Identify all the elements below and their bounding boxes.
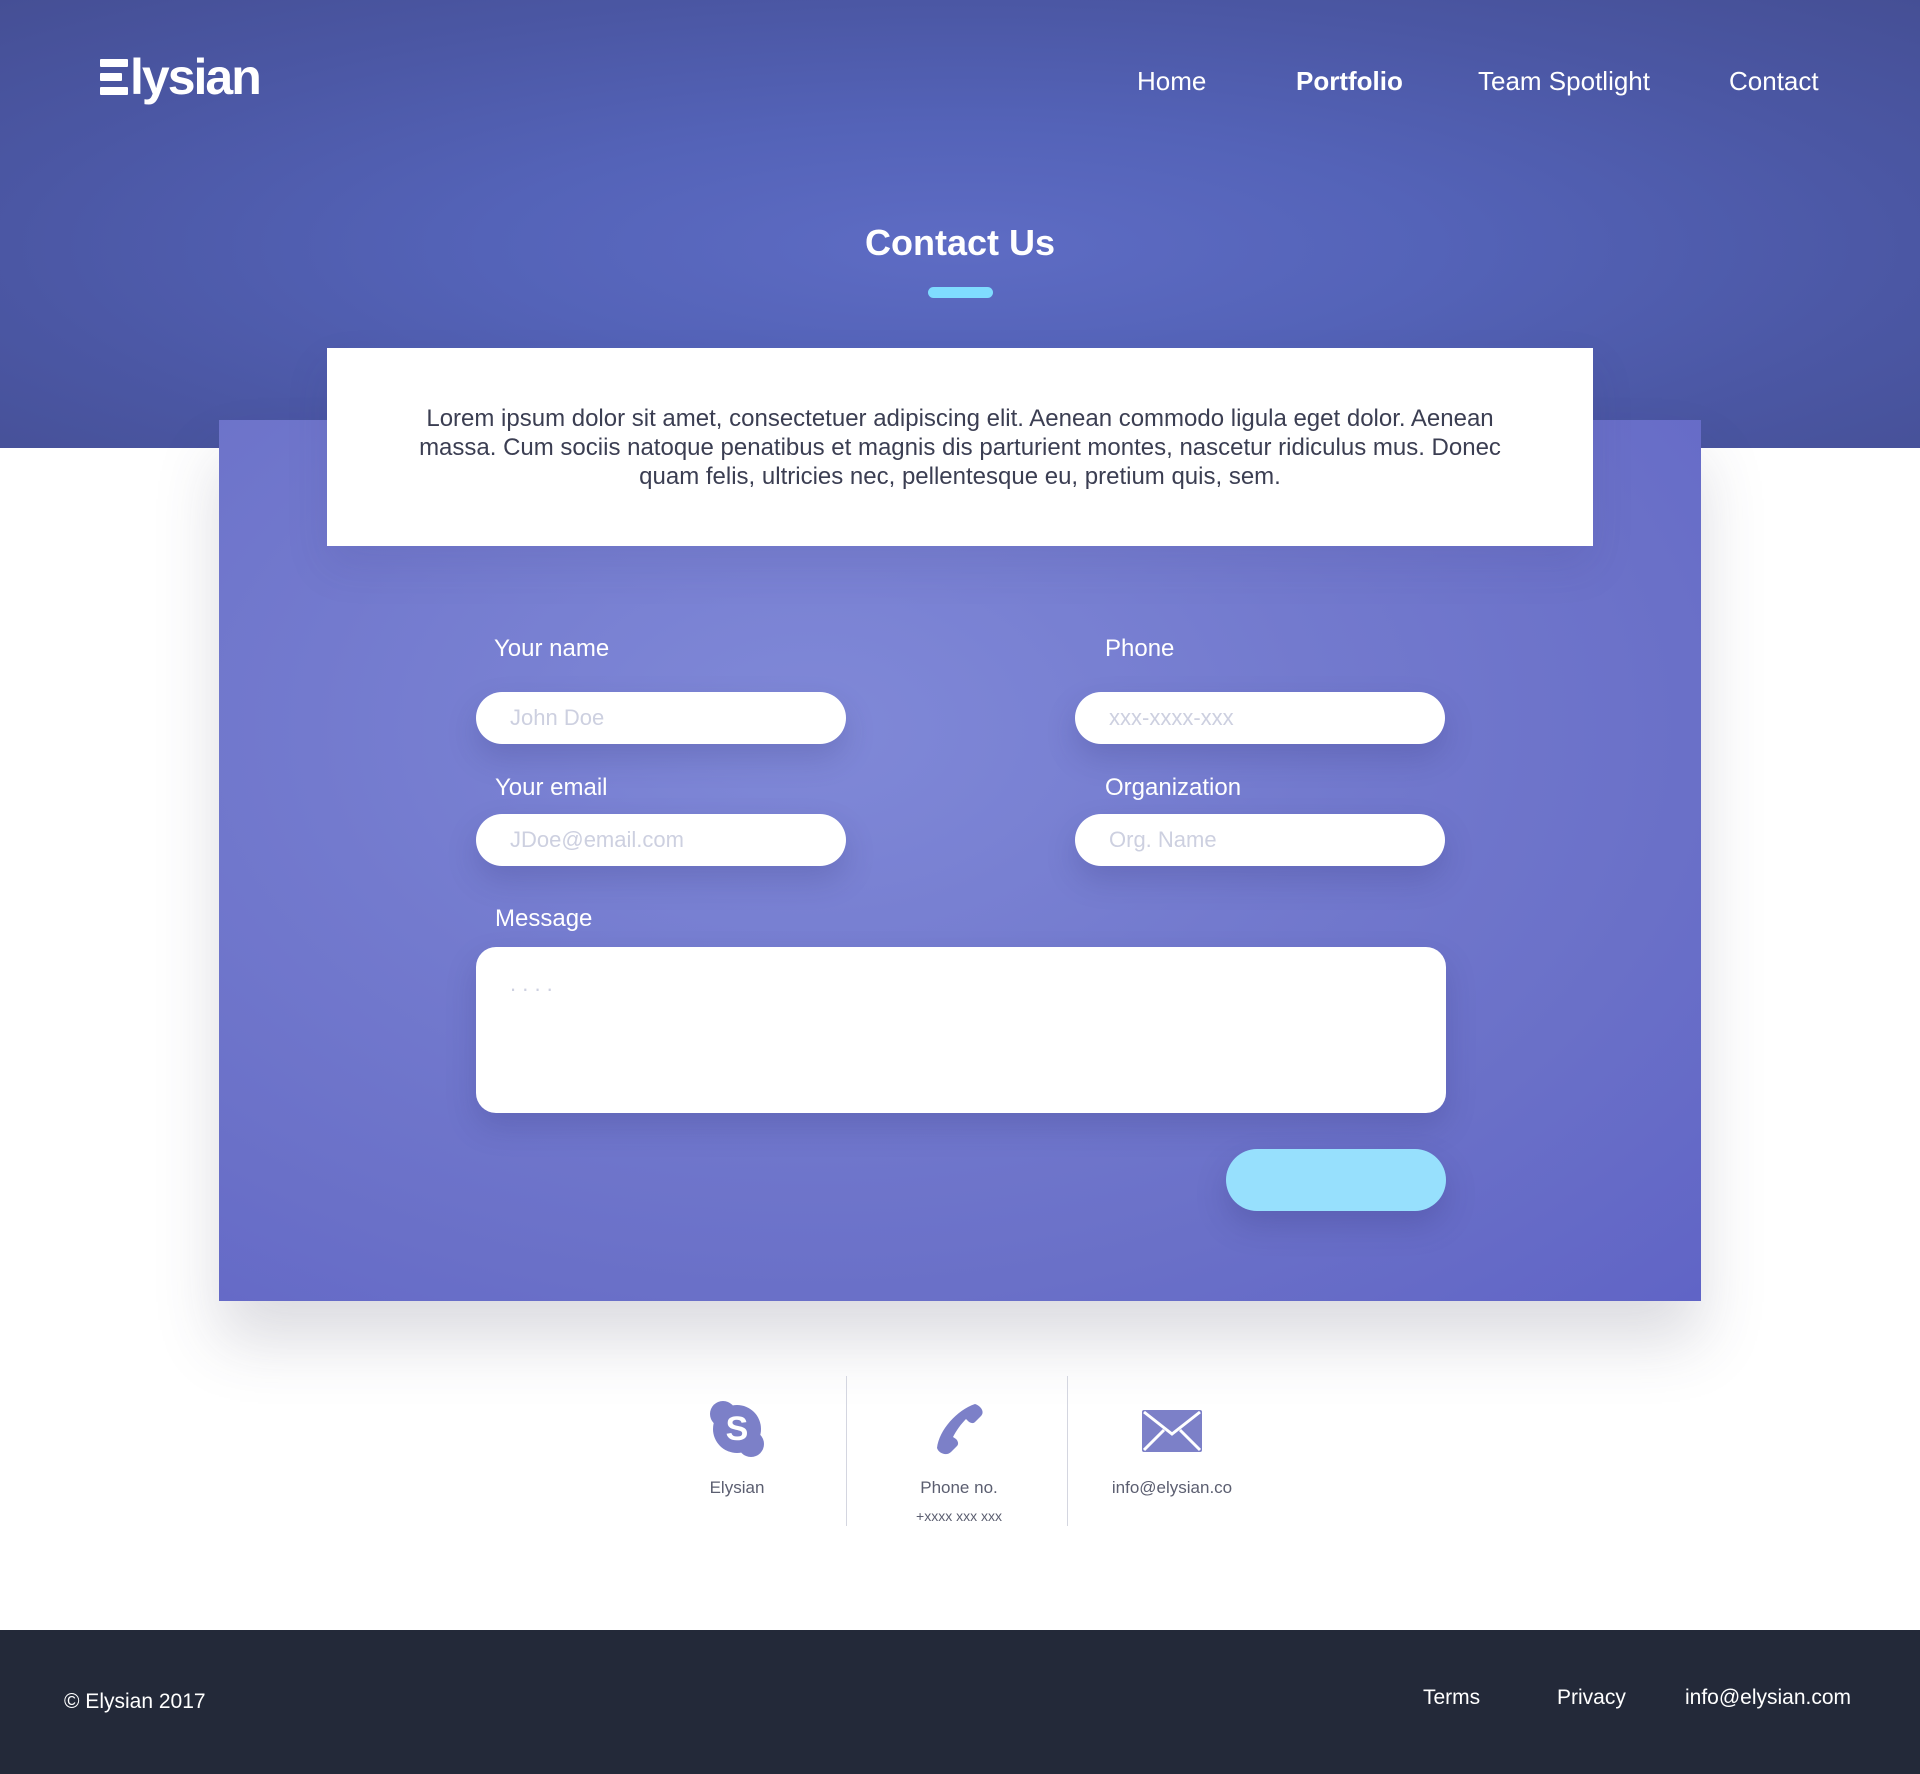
footer-link-email[interactable]: info@elysian.com: [1685, 1686, 1851, 1710]
contact-email-label: info@elysian.co: [1111, 1478, 1233, 1497]
message-label: Message: [495, 905, 593, 932]
phone-input[interactable]: [1075, 692, 1445, 744]
contact-skype[interactable]: S Elysian: [672, 1400, 802, 1498]
organization-label: Organization: [1105, 774, 1242, 801]
contact-phone[interactable]: Phone no. +xxxx xxx xxx: [884, 1400, 1034, 1524]
footer-link-privacy[interactable]: Privacy: [1557, 1686, 1626, 1710]
nav-contact[interactable]: Contact: [1729, 66, 1819, 97]
skype-icon: S: [710, 1401, 764, 1457]
organization-input[interactable]: [1075, 814, 1445, 866]
name-input[interactable]: [476, 692, 846, 744]
submit-button[interactable]: [1226, 1149, 1446, 1211]
contact-email[interactable]: info@elysian.co: [1096, 1400, 1248, 1498]
intro-card: Lorem ipsum dolor sit amet, consectetuer…: [327, 348, 1593, 546]
intro-text: Lorem ipsum dolor sit amet, consectetuer…: [419, 404, 1501, 490]
contact-divider: [1067, 1376, 1068, 1526]
page-title: Contact Us: [864, 222, 1056, 263]
email-label: Your email: [495, 774, 608, 801]
nav-portfolio[interactable]: Portfolio: [1296, 66, 1403, 97]
name-label: Your name: [494, 635, 610, 662]
form-panel: [219, 420, 1701, 1301]
main-nav: Home Portfolio Team Spotlight Contact: [0, 66, 1920, 106]
footer: © Elysian 2017 Terms Privacy info@elysia…: [0, 1630, 1920, 1774]
message-textarea[interactable]: [476, 947, 1446, 1113]
contact-phone-number: +xxxx xxx xxx: [916, 1508, 1002, 1524]
footer-link-terms[interactable]: Terms: [1423, 1686, 1480, 1710]
nav-home[interactable]: Home: [1137, 66, 1206, 97]
contact-phone-label: Phone no.: [920, 1478, 998, 1497]
footer-copyright: © Elysian 2017: [64, 1690, 206, 1713]
mail-icon: [1142, 1410, 1202, 1452]
nav-team-spotlight[interactable]: Team Spotlight: [1478, 66, 1650, 97]
svg-text:S: S: [726, 1410, 749, 1448]
phone-label: Phone: [1105, 635, 1175, 662]
phone-icon: [937, 1404, 983, 1455]
title-underline: [928, 287, 993, 298]
contact-skype-label: Elysian: [709, 1478, 765, 1497]
contact-divider: [846, 1376, 847, 1526]
email-input[interactable]: [476, 814, 846, 866]
